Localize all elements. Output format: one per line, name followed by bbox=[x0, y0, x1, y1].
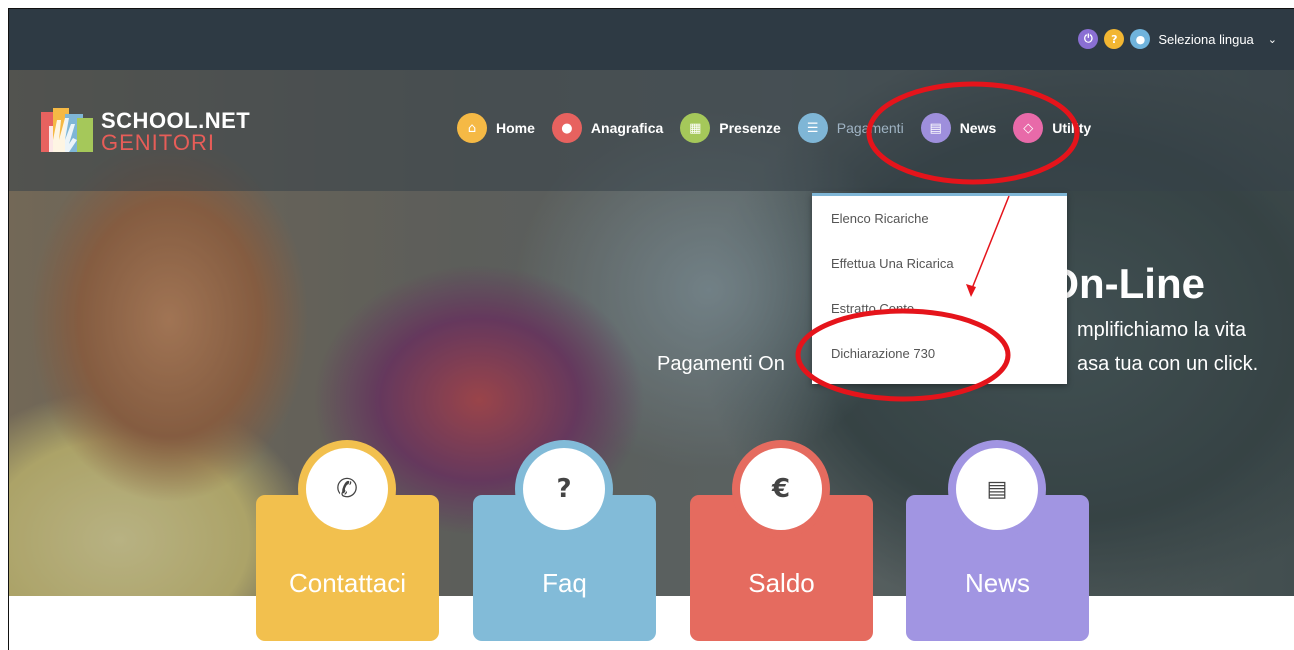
user-icon: ● bbox=[551, 113, 582, 143]
logo-hands-icon bbox=[39, 104, 95, 160]
hero-subtitle-line2-tail: asa tua con un click. bbox=[1077, 353, 1259, 375]
globe-icon[interactable]: ● bbox=[1130, 29, 1151, 49]
top-bar: ⏻ ? ● Seleziona lingua ⌄ bbox=[9, 9, 1294, 70]
language-selector[interactable]: Seleziona lingua bbox=[1158, 32, 1253, 47]
power-icon[interactable]: ⏻ bbox=[1078, 29, 1099, 49]
nav-item-utility[interactable]: ◇ Utility bbox=[1013, 113, 1091, 143]
tile-circle: ✆ bbox=[298, 440, 396, 538]
nav-label-news: News bbox=[959, 120, 997, 136]
euro-icon: € bbox=[740, 448, 822, 530]
nav-label-anagrafica: Anagrafica bbox=[590, 120, 664, 136]
top-tools: ⏻ ? ● Seleziona lingua ⌄ bbox=[1078, 29, 1277, 49]
calendar-icon: ▦ bbox=[680, 113, 711, 143]
pagamenti-dropdown: Elenco Ricariche Effettua Una Ricarica E… bbox=[812, 193, 1067, 384]
nav-item-news[interactable]: ▤ News bbox=[920, 113, 997, 143]
menu-item-effettua-ricarica[interactable]: Effettua Una Ricarica bbox=[812, 241, 1067, 286]
hero-subtitle-line1: mplifichiamo la vita bbox=[1077, 319, 1246, 341]
nav-item-anagrafica[interactable]: ● Anagrafica bbox=[551, 113, 664, 143]
browser-frame: ⏻ ? ● Seleziona lingua ⌄ SCHOOL.NET GENI… bbox=[8, 8, 1294, 650]
list-icon: ☰ bbox=[797, 113, 828, 143]
nav-label-home: Home bbox=[496, 120, 535, 136]
main-nav: ⌂ Home ● Anagrafica ▦ Presenze ☰ Pagamen… bbox=[457, 113, 1108, 143]
hero-subtitle-line2: Pagamenti On bbox=[657, 353, 785, 375]
nav-item-pagamenti[interactable]: ☰ Pagamenti bbox=[797, 113, 904, 143]
tile-contattaci[interactable]: ✆ Contattaci bbox=[256, 440, 439, 641]
logo-title: SCHOOL.NET bbox=[101, 108, 251, 133]
tile-news[interactable]: ▤ News bbox=[906, 440, 1089, 641]
tile-faq[interactable]: ? Faq bbox=[473, 440, 656, 641]
nav-item-home[interactable]: ⌂ Home bbox=[457, 113, 535, 143]
help-icon[interactable]: ? bbox=[1104, 29, 1125, 49]
tile-label-news: News bbox=[964, 568, 1030, 598]
tile-label-faq: Faq bbox=[542, 568, 587, 598]
tile-circle: ▤ bbox=[948, 440, 1046, 538]
header-nav-band: SCHOOL.NET GENITORI ⌂ Home ● Anagrafica … bbox=[9, 70, 1294, 191]
newspaper-icon: ▤ bbox=[920, 113, 951, 143]
question-icon: ? bbox=[523, 448, 605, 530]
tile-label-contattaci: Contattaci bbox=[288, 568, 407, 598]
nav-label-utility: Utility bbox=[1052, 120, 1092, 136]
tile-label-saldo: Saldo bbox=[748, 568, 815, 598]
menu-item-elenco-ricariche[interactable]: Elenco Ricariche bbox=[812, 196, 1067, 241]
chevron-down-icon[interactable]: ⌄ bbox=[1268, 33, 1277, 46]
home-icon: ⌂ bbox=[457, 113, 487, 143]
nav-label-pagamenti: Pagamenti bbox=[836, 120, 904, 136]
newspaper-icon: ▤ bbox=[956, 448, 1038, 530]
utility-icon: ◇ bbox=[1013, 113, 1044, 143]
phone-icon: ✆ bbox=[306, 448, 388, 530]
tile-circle: ? bbox=[515, 440, 613, 538]
nav-label-presenze: Presenze bbox=[719, 120, 781, 136]
nav-item-presenze[interactable]: ▦ Presenze bbox=[680, 113, 781, 143]
logo[interactable]: SCHOOL.NET GENITORI bbox=[39, 104, 250, 160]
logo-subtitle: GENITORI bbox=[101, 130, 215, 155]
tile-saldo[interactable]: € Saldo bbox=[690, 440, 873, 641]
menu-item-dichiarazione-730[interactable]: Dichiarazione 730 bbox=[812, 331, 1067, 376]
tile-circle: € bbox=[732, 440, 830, 538]
menu-item-estratto-conto[interactable]: Estratto Conto bbox=[812, 286, 1067, 331]
